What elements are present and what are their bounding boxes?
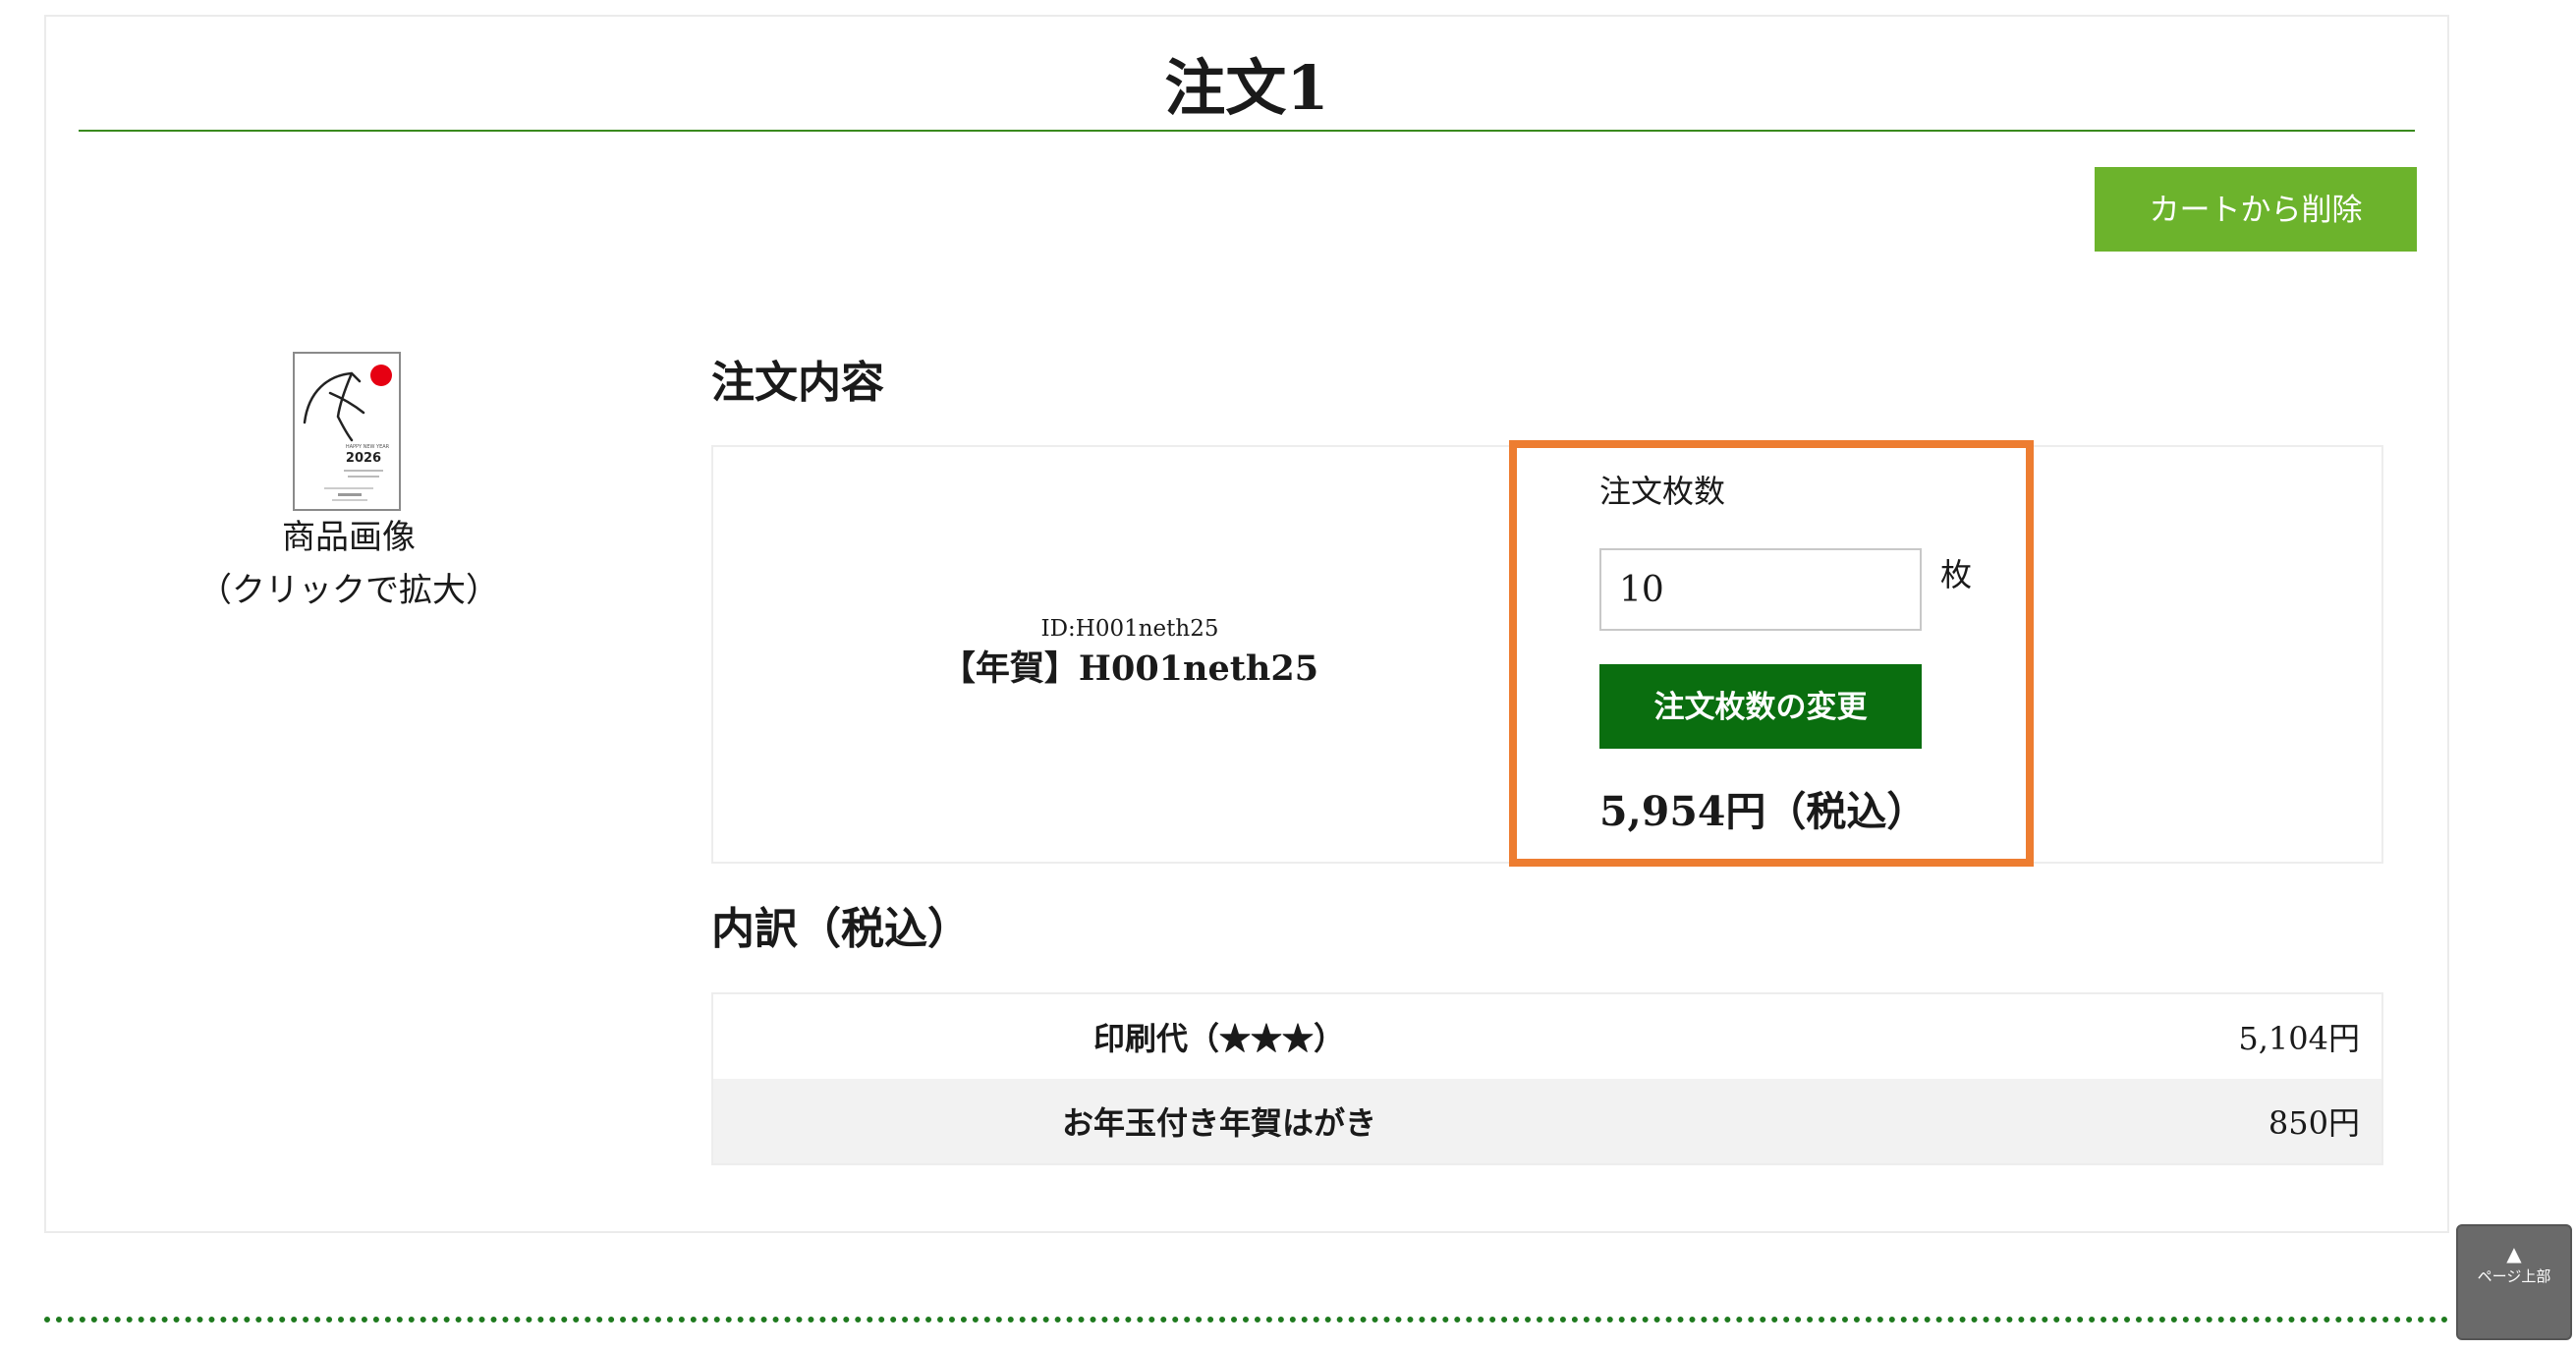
svg-text:2026: 2026: [346, 451, 381, 466]
svg-text:HAPPY NEW YEAR: HAPPY NEW YEAR: [346, 444, 390, 450]
arrow-up-icon: ▲: [2506, 1242, 2522, 1266]
order-content-heading: 注文内容: [711, 358, 884, 408]
title-divider: [79, 130, 2415, 132]
product-thumbnail[interactable]: HAPPY NEW YEAR 2026: [293, 352, 401, 511]
change-quantity-button[interactable]: 注文枚数の変更: [1599, 664, 1922, 749]
page-top-label: ページ上部: [2477, 1267, 2551, 1285]
breakdown-price: 5,104円: [2238, 1020, 2360, 1057]
product-id: ID:H001neth25: [1040, 616, 1219, 642]
footer-divider: [44, 1317, 2449, 1323]
product-name: 【年賀】H001neth25: [940, 648, 1319, 689]
quantity-unit: 枚: [1940, 556, 1973, 593]
caption-hint: （クリックで拡大）: [198, 571, 499, 610]
quantity-label: 注文枚数: [1599, 473, 1726, 510]
table-row: お年玉付き年賀はがき 850円: [712, 1079, 2382, 1164]
new-year-card-image: HAPPY NEW YEAR 2026: [295, 354, 399, 509]
page-title: 注文1: [1164, 52, 1329, 124]
breakdown-item: お年玉付き年賀はがき: [712, 1079, 1725, 1164]
table-row: 印刷代（★★★） 5,104円: [712, 993, 2382, 1079]
breakdown-heading: 内訳（税込）: [711, 904, 971, 954]
product-image-caption: 商品画像 （クリックで拡大）: [196, 511, 501, 617]
remove-from-cart-button[interactable]: カートから削除: [2095, 167, 2417, 252]
breakdown-price: 850円: [1725, 1079, 2382, 1164]
order-total: 5,954円（税込）: [1599, 788, 1928, 835]
page-top-button[interactable]: ▲ ページ上部: [2456, 1224, 2572, 1340]
caption-title: 商品画像: [282, 518, 416, 557]
quantity-input[interactable]: [1599, 548, 1922, 631]
red-sun-icon: [370, 365, 392, 386]
breakdown-item: 印刷代（★★★）: [1092, 1020, 1345, 1057]
breakdown-table: 印刷代（★★★） 5,104円 お年玉付き年賀はがき 850円: [711, 992, 2383, 1165]
